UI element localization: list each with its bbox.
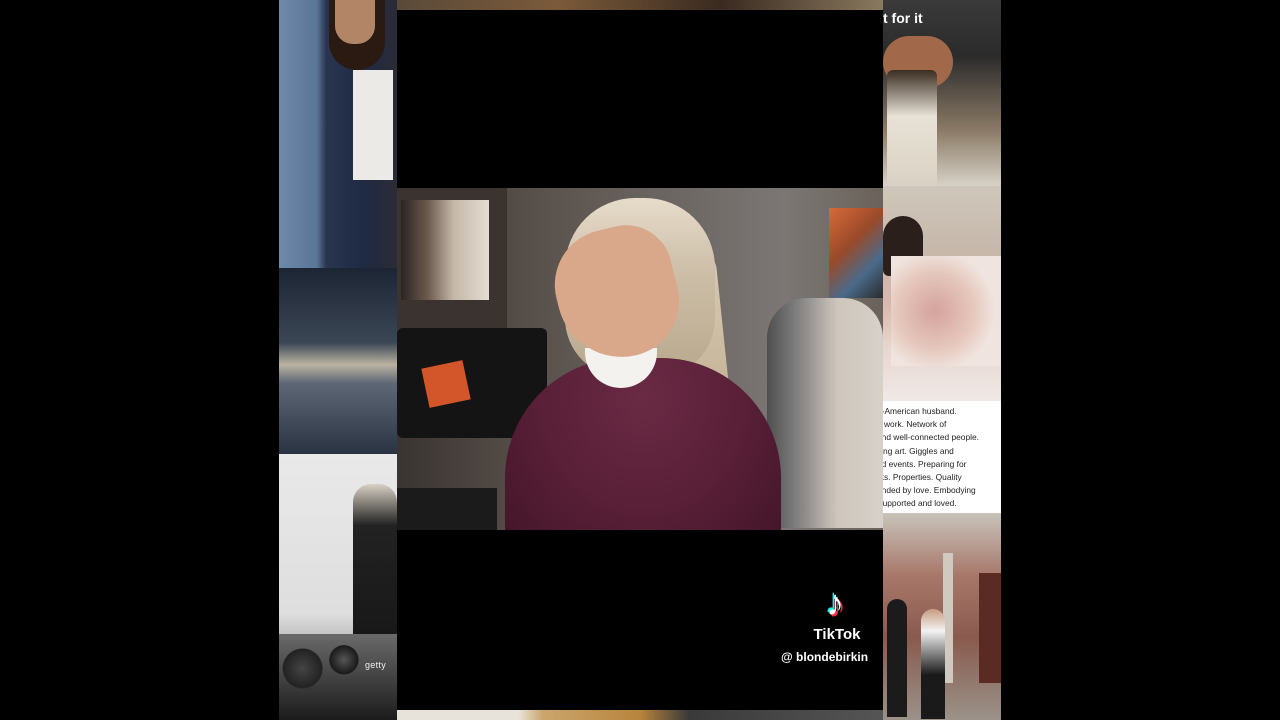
cushion (421, 360, 471, 408)
caption-line: nts. Properties. Quality (883, 472, 962, 483)
tiktok-watermark: ♪ ♪ ♪ TikTok (792, 580, 882, 644)
caption-line: and well-connected people. (883, 432, 979, 443)
main-video-panel[interactable]: ♪ ♪ ♪ TikTok @ blondebirkin (397, 10, 883, 710)
wine-bottle (887, 70, 937, 186)
caption-line: g work. Network of (883, 419, 947, 430)
collage-photo-bed (883, 186, 1001, 401)
caption-line: unded by love. Embodying (883, 485, 976, 496)
tiktok-brand-label: TikTok (813, 626, 861, 643)
collage-strip-bottom (397, 710, 883, 720)
crowd (279, 634, 397, 720)
caption-line: nd events. Preparing for (883, 458, 967, 469)
collage-text-card: n-American husband. g work. Network of a… (883, 401, 1001, 513)
collage-photo-denim-couple (279, 0, 397, 268)
collage-strip-top (397, 0, 883, 10)
caption-text: n-American husband. g work. Network of a… (883, 405, 1001, 511)
collage-photo-street (883, 513, 1001, 720)
door (979, 573, 1001, 683)
shirt (353, 70, 393, 180)
background-people (767, 298, 883, 528)
collage-photo-black-white: getty (279, 454, 397, 720)
collage-photo-wine: t for it (883, 0, 1001, 186)
main-photo-woman (397, 188, 883, 530)
person (921, 609, 945, 719)
sheet (891, 256, 1001, 366)
getty-watermark: getty (365, 660, 387, 670)
wine-overlay-text: t for it (883, 10, 923, 26)
caption-line: Supported and loved. (883, 498, 957, 509)
video-frame[interactable]: getty t for it n-American husband. g wor… (279, 0, 1001, 720)
face (335, 0, 375, 44)
caption-line: king art. Giggles and (883, 445, 954, 456)
wall-art (829, 208, 883, 298)
chair (397, 488, 497, 530)
caption-line: n-American husband. (883, 406, 957, 416)
wall-painting (401, 200, 489, 300)
collage-photo-sky (279, 268, 397, 454)
tiktok-username: @ blondebirkin (781, 650, 869, 664)
tiktok-note-icon: ♪ ♪ ♪ (824, 580, 846, 625)
